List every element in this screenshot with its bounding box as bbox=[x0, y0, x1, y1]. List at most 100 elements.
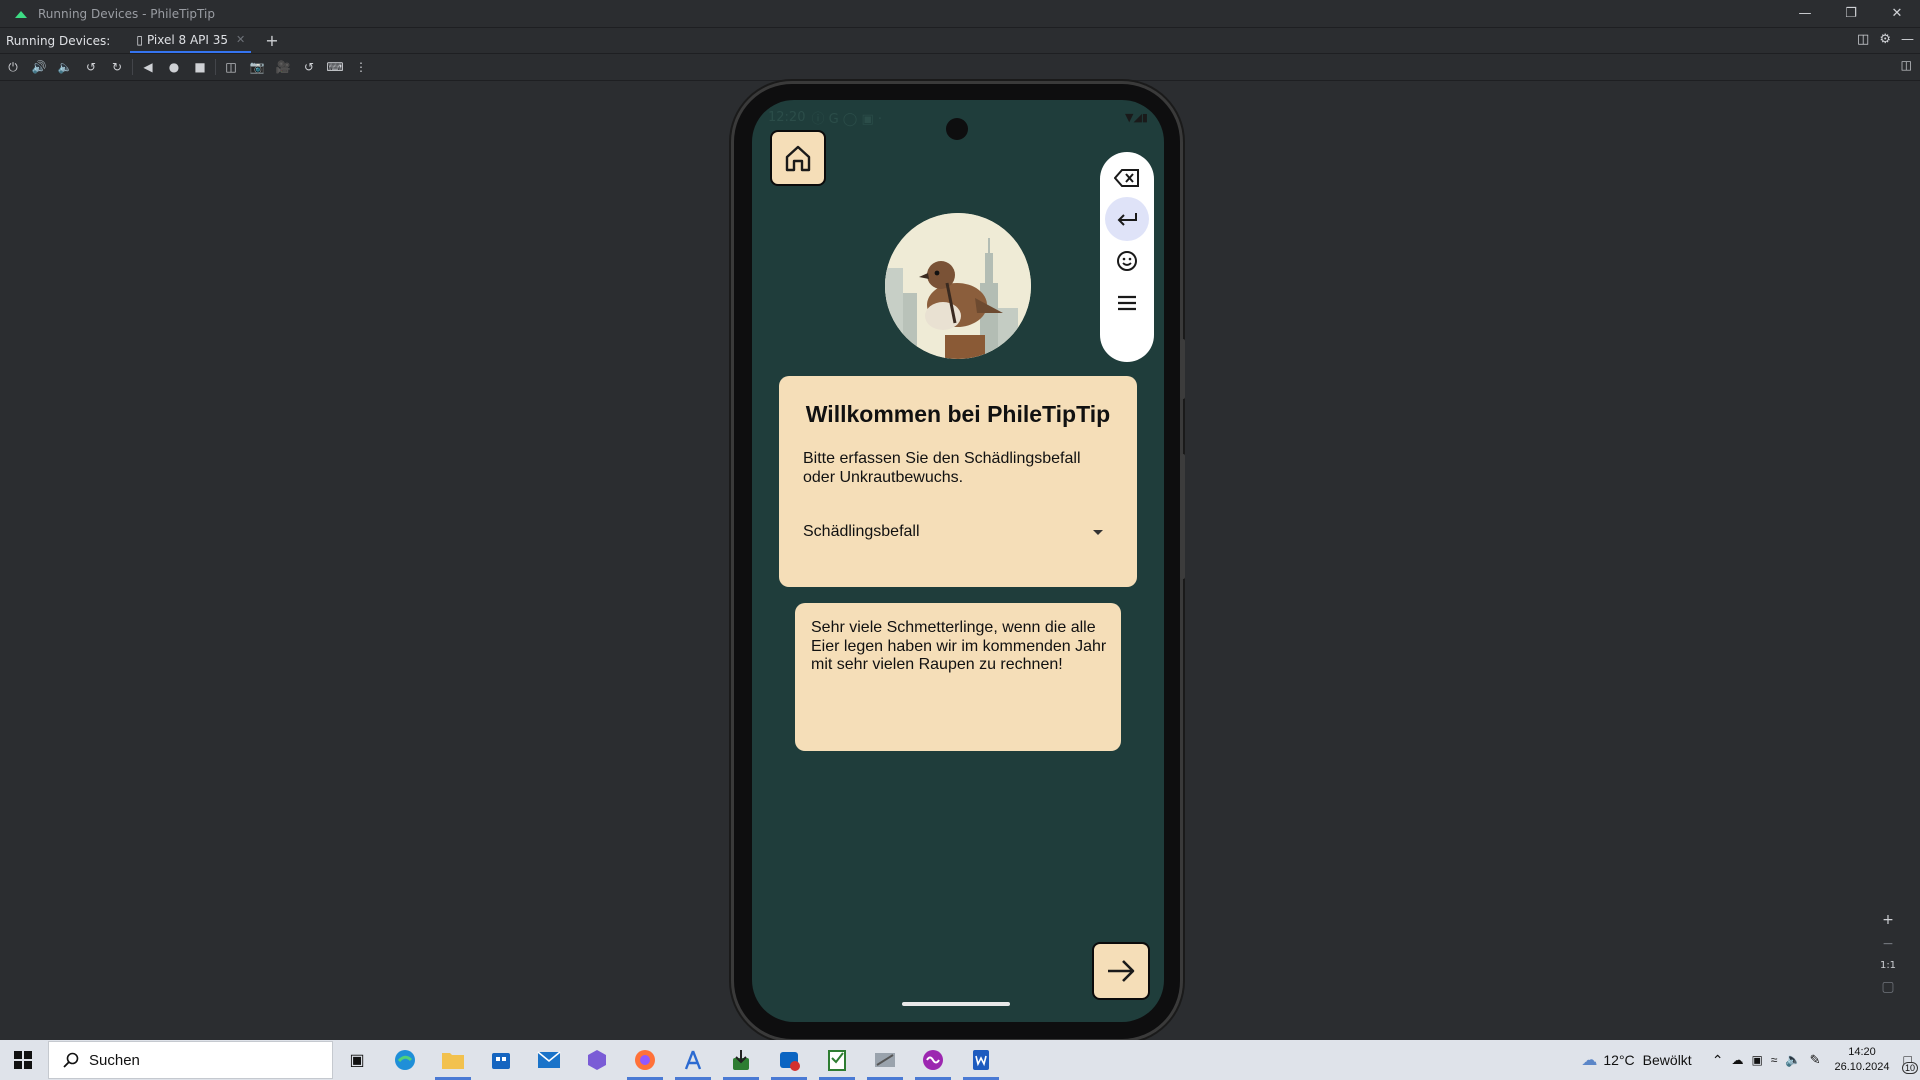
arrow-right-icon bbox=[1108, 960, 1135, 982]
note-text-field[interactable]: Sehr viele Schmetterlinge, wenn die alle… bbox=[811, 619, 1111, 675]
sparrow-city-illustration bbox=[885, 213, 1031, 359]
layout-icon[interactable]: ◫ bbox=[1857, 32, 1869, 47]
welcome-subtitle: Bitte erfassen Sie den Schädlingsbefall … bbox=[803, 450, 1081, 486]
snipping-icon[interactable] bbox=[861, 1040, 909, 1080]
gear-icon[interactable]: ⚙ bbox=[1879, 32, 1891, 47]
camera-icon[interactable]: 📷 bbox=[244, 56, 270, 78]
zoom-ratio[interactable]: 1:1 bbox=[1880, 960, 1896, 971]
rotate-left-icon[interactable]: ↺ bbox=[78, 56, 104, 78]
keyboard-icon[interactable]: ⌨ bbox=[322, 56, 348, 78]
keyboard-toolbar bbox=[1100, 152, 1154, 362]
notification-icon[interactable]: □ 10 bbox=[1901, 1052, 1918, 1074]
copilot-icon[interactable] bbox=[573, 1040, 621, 1080]
menu-icon bbox=[1118, 295, 1136, 311]
rotate-right-icon[interactable]: ↻ bbox=[104, 56, 130, 78]
window-title: Running Devices - PhileTipTip bbox=[38, 6, 215, 21]
emoji-button[interactable] bbox=[1105, 239, 1149, 283]
backspace-button[interactable] bbox=[1105, 156, 1149, 200]
notification-count: 10 bbox=[1901, 1062, 1918, 1074]
zoom-controls: + − 1:1 ▢ bbox=[1877, 912, 1899, 995]
add-device-icon[interactable]: + bbox=[265, 31, 278, 50]
tray-device-icon[interactable]: ▣ bbox=[1751, 1053, 1762, 1067]
fold-icon[interactable]: ◫ bbox=[218, 56, 244, 78]
toolbar-divider bbox=[132, 59, 133, 75]
close-tab-icon[interactable]: ✕ bbox=[236, 33, 245, 46]
notepad-icon[interactable] bbox=[813, 1040, 861, 1080]
infestation-type-dropdown[interactable]: Schädlingsbefall bbox=[803, 523, 1109, 545]
volume-down-icon[interactable]: 🔈 bbox=[52, 56, 78, 78]
pen-icon[interactable]: ✎ bbox=[1810, 1052, 1821, 1068]
backspace-icon bbox=[1114, 169, 1139, 187]
running-devices-tabbar: Running Devices: ▯ Pixel 8 API 35 ✕ + ◫ … bbox=[0, 28, 1920, 54]
search-icon bbox=[63, 1052, 79, 1068]
outlook-icon[interactable] bbox=[765, 1040, 813, 1080]
edge-icon[interactable] bbox=[381, 1040, 429, 1080]
device-tab-label: Pixel 8 API 35 bbox=[146, 32, 229, 47]
zoom-mirror-icon[interactable]: ◫ bbox=[1901, 58, 1912, 72]
hide-panel-icon[interactable]: — bbox=[1901, 32, 1914, 47]
close-icon[interactable]: ✕ bbox=[1874, 0, 1920, 27]
firefox-icon[interactable] bbox=[621, 1040, 669, 1080]
weather-temp: 12°C bbox=[1603, 1052, 1635, 1068]
device-frame: 12:20 ⓘ G ◯ ▣ · ▼◢▮ Willkommen bei Phile… bbox=[734, 84, 1185, 1039]
note-input-card[interactable]: Sehr viele Schmetterlinge, wenn die alle… bbox=[795, 603, 1121, 751]
power-icon[interactable]: ⏻ bbox=[0, 56, 26, 78]
store-icon[interactable] bbox=[477, 1040, 525, 1080]
tray-app-icon[interactable]: ☁ bbox=[1731, 1053, 1743, 1067]
status-time: 12:20 bbox=[768, 109, 806, 125]
device-toolbar: ⏻ 🔊 🔈 ↺ ↻ ◀ ● ■ ◫ 📷 🎥 ↺ ⌨ ⋮ ◫ bbox=[0, 54, 1920, 81]
visual-studio-icon[interactable] bbox=[909, 1040, 957, 1080]
front-camera bbox=[946, 118, 968, 140]
overview-icon[interactable]: ■ bbox=[187, 56, 213, 78]
windows-taskbar: Suchen ▣ ☁ 12°C Bewölkt ⌃ ☁ ▣ ≈ 🔈 ✎ 14:2… bbox=[0, 1040, 1920, 1080]
running-devices-label: Running Devices: bbox=[6, 33, 111, 48]
volume-up-icon[interactable]: 🔊 bbox=[26, 56, 52, 78]
weather-desc: Bewölkt bbox=[1642, 1052, 1692, 1068]
home-icon bbox=[785, 145, 811, 172]
android-studio-icon bbox=[15, 10, 27, 18]
emoji-icon bbox=[1117, 251, 1137, 271]
welcome-title: Willkommen bei PhileTipTip bbox=[805, 401, 1111, 427]
ide-title-bar: Running Devices - PhileTipTip — ❐ ✕ bbox=[0, 0, 1920, 28]
file-explorer-icon[interactable] bbox=[429, 1040, 477, 1080]
system-tray: ☁ 12°C Bewölkt ⌃ ☁ ▣ ≈ 🔈 ✎ 14:20 26.10.2… bbox=[1581, 1040, 1920, 1080]
minimize-icon[interactable]: — bbox=[1782, 0, 1828, 27]
status-icons: ⓘ G ◯ ▣ · bbox=[811, 111, 883, 127]
home-button[interactable] bbox=[770, 130, 826, 186]
record-icon[interactable]: 🎥 bbox=[270, 56, 296, 78]
device-icon: ▯ bbox=[136, 32, 143, 47]
power-key bbox=[1180, 339, 1185, 399]
taskbar-clock[interactable]: 14:20 26.10.2024 bbox=[1834, 1045, 1889, 1075]
windows-logo-icon bbox=[14, 1051, 32, 1069]
taskbar-time: 14:20 bbox=[1848, 1046, 1876, 1058]
fit-screen-icon[interactable]: ▢ bbox=[1881, 979, 1894, 995]
weather-cloud-icon[interactable]: ☁ bbox=[1581, 1050, 1597, 1070]
tab-device[interactable]: ▯ Pixel 8 API 35 ✕ bbox=[130, 28, 252, 53]
zoom-out-icon[interactable]: − bbox=[1882, 936, 1894, 952]
taskbar-date: 26.10.2024 bbox=[1834, 1061, 1890, 1073]
speaker-icon[interactable]: 🔈 bbox=[1785, 1052, 1801, 1068]
more-icon[interactable]: ⋮ bbox=[348, 56, 374, 78]
network-icon[interactable]: ≈ bbox=[1771, 1053, 1778, 1067]
app-download-icon[interactable] bbox=[717, 1040, 765, 1080]
dropdown-arrow-icon bbox=[1093, 530, 1103, 535]
start-button[interactable] bbox=[0, 1040, 46, 1080]
taskbar-search[interactable]: Suchen bbox=[48, 1041, 333, 1079]
reset-icon[interactable]: ↺ bbox=[296, 56, 322, 78]
enter-button[interactable] bbox=[1105, 197, 1149, 241]
zoom-in-icon[interactable]: + bbox=[1882, 912, 1894, 928]
home-circle-icon[interactable]: ● bbox=[161, 56, 187, 78]
word-icon[interactable] bbox=[957, 1040, 1005, 1080]
next-button[interactable] bbox=[1092, 942, 1150, 1000]
device-screen[interactable]: 12:20 ⓘ G ◯ ▣ · ▼◢▮ Willkommen bei Phile… bbox=[752, 100, 1164, 1022]
android-studio-taskbar-icon[interactable] bbox=[669, 1040, 717, 1080]
task-view-icon[interactable]: ▣ bbox=[333, 1040, 381, 1080]
mail-icon[interactable] bbox=[525, 1040, 573, 1080]
back-icon[interactable]: ◀ bbox=[135, 56, 161, 78]
enter-icon bbox=[1117, 213, 1137, 226]
dropdown-value: Schädlingsbefall bbox=[803, 523, 920, 540]
menu-button[interactable] bbox=[1105, 281, 1149, 325]
restore-icon[interactable]: ❐ bbox=[1828, 0, 1874, 27]
chevron-up-icon[interactable]: ⌃ bbox=[1712, 1052, 1724, 1069]
sparrow-logo bbox=[885, 213, 1031, 359]
